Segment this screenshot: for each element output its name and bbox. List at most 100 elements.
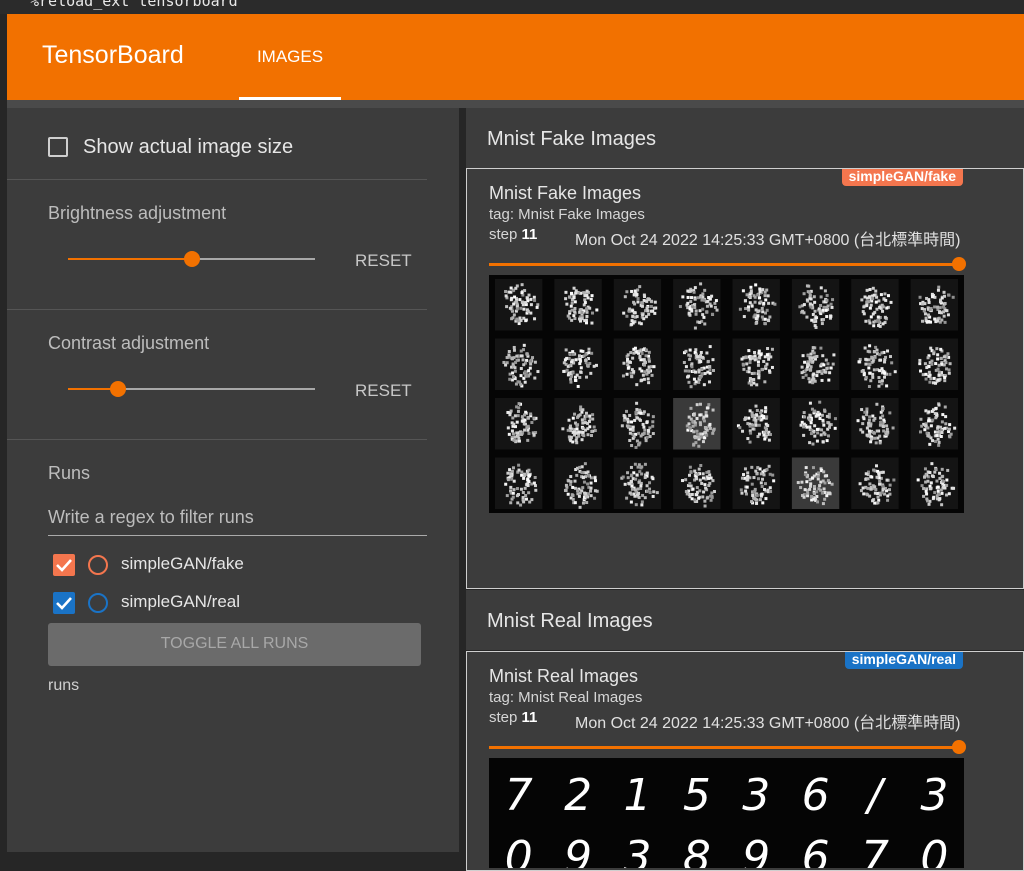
fake-pixel <box>876 315 880 319</box>
fake-pixel <box>531 356 535 360</box>
fake-pixel <box>804 373 808 377</box>
fake-pixel <box>590 321 594 325</box>
fake-pixel <box>741 289 745 293</box>
fake-pixel <box>943 375 947 379</box>
step-slider[interactable] <box>489 740 966 754</box>
fake-pixel <box>773 302 777 306</box>
fake-pixel <box>513 295 517 299</box>
fake-pixel <box>573 412 577 416</box>
fake-pixel <box>927 502 931 506</box>
fake-pixel <box>585 501 589 505</box>
fake-pixel <box>947 293 951 297</box>
fake-pixel <box>941 482 945 486</box>
fake-pixel <box>580 438 584 442</box>
fake-pixel <box>878 305 882 309</box>
fake-pixel <box>570 493 574 497</box>
fake-pixel <box>934 406 938 410</box>
contrast-slider[interactable] <box>68 381 315 397</box>
real-digit: 0 <box>920 832 948 868</box>
fake-pixel <box>693 286 697 290</box>
fake-pixel <box>701 472 705 476</box>
toggle-all-runs-button[interactable]: TOGGLE ALL RUNS <box>48 623 421 666</box>
fake-pixel <box>561 427 565 431</box>
fake-pixel <box>939 488 943 492</box>
fake-pixel <box>578 491 582 495</box>
fake-pixel <box>630 487 634 491</box>
fake-pixel <box>645 484 649 488</box>
fake-pixel <box>509 485 513 489</box>
fake-pixel <box>686 289 690 293</box>
fake-pixel <box>523 370 527 374</box>
fake-pixel <box>923 428 927 432</box>
fake-pixel <box>515 420 519 424</box>
fake-pixel <box>750 482 754 486</box>
brightness-thumb[interactable] <box>184 251 200 267</box>
runs-title: Runs <box>48 463 91 483</box>
fake-pixel <box>760 368 764 372</box>
fake-pixel <box>528 474 532 478</box>
fake-pixel <box>532 481 536 485</box>
run-filter-input[interactable]: Write a regex to filter runs <box>48 507 427 531</box>
fake-pixel <box>874 345 878 349</box>
fake-pixel <box>827 425 831 429</box>
fake-pixel <box>763 437 767 441</box>
fake-pixel <box>810 356 814 360</box>
group-header-fake[interactable]: Mnist Fake Images <box>466 108 1024 168</box>
brightness-reset-button[interactable]: RESET <box>351 249 416 273</box>
fake-pixel <box>637 495 641 499</box>
step-slider-thumb[interactable] <box>952 740 966 754</box>
fake-pixel <box>651 420 655 424</box>
fake-pixel <box>865 407 869 411</box>
fake-pixel <box>931 408 935 412</box>
fake-pixel <box>767 464 771 468</box>
fake-pixel <box>822 470 826 474</box>
fake-pixel <box>826 491 830 495</box>
fake-pixel <box>523 380 527 384</box>
show-actual-size-checkbox[interactable] <box>48 137 68 157</box>
fake-pixel <box>752 476 756 480</box>
group-header-real[interactable]: Mnist Real Images <box>466 590 1024 650</box>
fake-pixel <box>524 497 528 501</box>
fake-pixel <box>933 305 937 309</box>
run-checkbox-real[interactable] <box>53 592 75 614</box>
step-slider-thumb[interactable] <box>952 257 966 271</box>
fake-pixel <box>652 306 656 310</box>
fake-pixel <box>747 349 751 353</box>
fake-pixel <box>744 307 748 311</box>
run-checkbox-fake[interactable] <box>53 554 75 576</box>
fake-pixel <box>587 347 591 351</box>
fake-pixel <box>523 486 527 490</box>
contrast-reset-button[interactable]: RESET <box>351 379 416 403</box>
fake-pixel <box>564 290 568 294</box>
fake-pixel <box>573 378 577 382</box>
run-color-circle[interactable] <box>88 555 108 575</box>
fake-pixel <box>648 491 652 495</box>
fake-pixel <box>578 362 582 366</box>
fake-pixel <box>632 300 636 304</box>
fake-pixel <box>696 432 700 436</box>
fake-pixel <box>802 433 806 437</box>
fake-pixel <box>943 301 947 305</box>
fake-pixel <box>812 491 816 495</box>
fake-pixel <box>707 296 711 300</box>
contrast-thumb[interactable] <box>110 381 126 397</box>
fake-pixel <box>888 483 892 487</box>
fake-pixel <box>753 300 757 304</box>
fake-pixel <box>517 436 521 440</box>
fake-pixel <box>635 416 639 420</box>
run-color-circle[interactable] <box>88 593 108 613</box>
step-slider[interactable] <box>489 257 966 271</box>
fake-pixel <box>750 465 754 469</box>
fake-pixel <box>869 487 873 491</box>
fake-pixel <box>935 434 939 438</box>
fake-pixel <box>653 300 657 304</box>
brightness-slider[interactable] <box>68 251 315 267</box>
fake-pixel <box>807 363 811 367</box>
fake-pixel <box>642 317 646 321</box>
fake-pixel <box>928 373 932 377</box>
fake-pixel <box>769 489 773 493</box>
fake-pixel <box>872 368 876 372</box>
show-actual-size-label: Show actual image size <box>83 136 294 158</box>
fake-pixel <box>532 433 536 437</box>
fake-pixel <box>802 292 806 296</box>
